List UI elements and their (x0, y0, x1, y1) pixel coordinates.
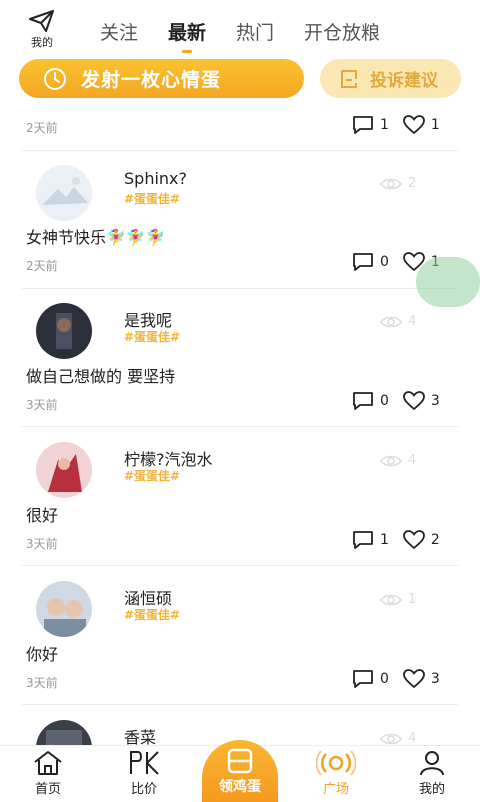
view-count-value: 4 (408, 314, 417, 329)
tab-bar: 关注 最新 热门 开仓放粮 (100, 18, 410, 53)
me-button[interactable]: 我的 (22, 10, 62, 50)
tab-open-granary[interactable]: 开仓放粮 (304, 18, 380, 45)
egg-box-icon (227, 748, 253, 774)
broadcast-icon (316, 750, 356, 776)
divider (22, 150, 458, 151)
view-count: 2 (380, 176, 416, 191)
post-actions: 0 3 (352, 669, 440, 689)
eye-icon (380, 594, 402, 605)
comment-count: 1 (380, 532, 389, 548)
avatar[interactable] (36, 303, 92, 359)
post-actions: 0 3 (352, 391, 440, 411)
divider (22, 704, 458, 705)
nav-compare[interactable]: 比价 (104, 746, 184, 801)
heart-icon[interactable] (403, 391, 425, 411)
nav-get-eggs-label: 领鸡蛋 (219, 779, 261, 795)
user-tag[interactable]: #蛋蛋佳# (124, 467, 180, 484)
comment-icon[interactable] (352, 252, 374, 272)
eye-icon (380, 733, 402, 744)
nav-square[interactable]: 广场 (296, 746, 376, 801)
feedback-label: 投诉建议 (370, 71, 438, 91)
paper-plane-icon (29, 10, 54, 32)
avatar[interactable] (36, 720, 92, 745)
view-count: 4 (380, 314, 416, 329)
nav-square-label: 广场 (322, 782, 349, 797)
user-tag[interactable]: #蛋蛋佳# (124, 328, 180, 345)
post-time: 3天前 (26, 676, 58, 690)
floating-action-bubble[interactable] (416, 257, 480, 307)
tab-latest[interactable]: 最新 (168, 18, 206, 53)
tab-hot[interactable]: 热门 (236, 18, 274, 45)
avatar[interactable] (36, 581, 92, 637)
nav-mine-label: 我的 (418, 782, 445, 797)
post-time: 3天前 (26, 537, 58, 551)
heart-icon[interactable] (403, 530, 425, 550)
eye-icon (380, 178, 402, 189)
like-count: 3 (430, 671, 440, 687)
user-name[interactable]: Sphinx? (124, 169, 187, 188)
heart-icon[interactable] (403, 669, 425, 689)
post-content: 你好 (26, 645, 59, 664)
user-name[interactable]: 香菜 (124, 724, 156, 745)
like-count: 2 (430, 532, 440, 548)
tab-follow[interactable]: 关注 (100, 18, 138, 45)
comment-icon[interactable] (352, 391, 374, 411)
view-count: 4 (380, 731, 416, 745)
view-count-value: 1 (408, 592, 417, 607)
nav-home[interactable]: 首页 (8, 746, 88, 801)
avatar[interactable] (36, 165, 92, 221)
view-count-value: 2 (408, 176, 417, 191)
comment-count: 0 (380, 393, 389, 409)
divider (22, 565, 458, 566)
post-feed[interactable]: 2天前 1 1 Sphinx? #蛋蛋佳# 2 女神节快乐🧚‍♀️🧚‍♀️🧚‍♀… (0, 100, 480, 745)
comment-icon[interactable] (352, 530, 374, 550)
like-count: 3 (430, 393, 440, 409)
heart-icon[interactable] (403, 115, 425, 135)
divider (22, 426, 458, 427)
view-count: 4 (380, 453, 416, 468)
clock-icon (44, 67, 66, 90)
post-content: 女神节快乐🧚‍♀️🧚‍♀️🧚‍♀️ (26, 228, 166, 247)
user-tag[interactable]: #蛋蛋佳# (124, 190, 180, 207)
user-tag[interactable]: #蛋蛋佳# (124, 606, 180, 623)
post-time: 3天前 (26, 398, 58, 412)
me-label: 我的 (31, 36, 53, 49)
top-bar: 我的 关注 最新 热门 开仓放粮 (0, 0, 480, 55)
nav-get-eggs[interactable]: 领鸡蛋 (202, 740, 278, 802)
nav-mine[interactable]: 我的 (392, 746, 472, 801)
user-icon (420, 751, 444, 776)
avatar[interactable] (36, 442, 92, 498)
cta-row: 发射一枚心情蛋 投诉建议 (0, 58, 480, 100)
comment-count: 0 (380, 671, 389, 687)
divider (22, 288, 458, 289)
view-count-value: 4 (408, 453, 417, 468)
post-actions: 1 1 (352, 115, 440, 135)
post-time: 2天前 (26, 121, 58, 135)
feedback-box-icon (341, 69, 357, 88)
feedback-button[interactable]: 投诉建议 (320, 59, 461, 98)
nav-compare-label: 比价 (130, 782, 157, 797)
like-count: 1 (430, 117, 440, 133)
post-content: 很好 (26, 506, 59, 525)
post-mood-egg-button[interactable]: 发射一枚心情蛋 (19, 59, 304, 98)
post-time: 2天前 (26, 259, 58, 273)
pk-icon (130, 751, 159, 775)
post-mood-egg-label: 发射一枚心情蛋 (81, 69, 222, 91)
home-icon (34, 751, 62, 775)
comment-count: 1 (380, 117, 389, 133)
eye-icon (380, 455, 402, 466)
nav-home-label: 首页 (34, 782, 61, 797)
view-count-value: 4 (408, 731, 417, 745)
comment-count: 0 (380, 254, 389, 270)
comment-icon[interactable] (352, 669, 374, 689)
bottom-nav: 首页 比价 领鸡蛋 广场 我的 (0, 740, 480, 802)
post-actions: 1 2 (352, 530, 440, 550)
eye-icon (380, 316, 402, 327)
post-content: 做自己想做的 要坚持 (26, 367, 176, 386)
view-count: 1 (380, 592, 416, 607)
comment-icon[interactable] (352, 115, 374, 135)
